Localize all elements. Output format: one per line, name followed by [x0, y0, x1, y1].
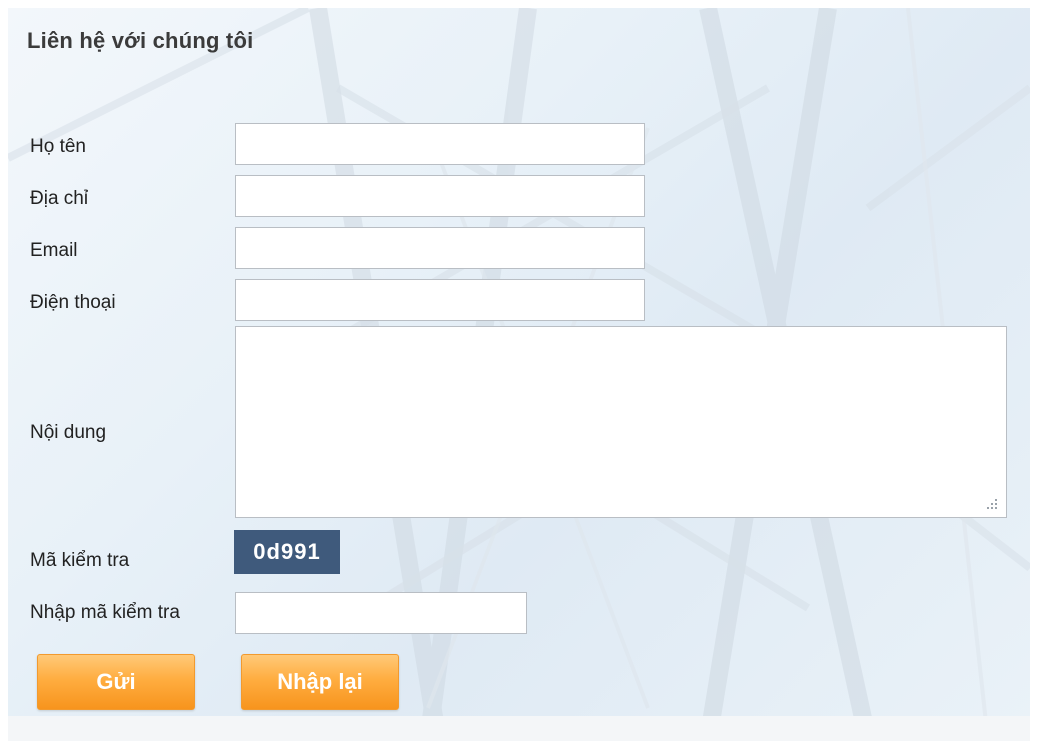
send-button[interactable]: Gửi [37, 654, 195, 710]
captcha-input-label: Nhập mã kiểm tra [30, 602, 180, 623]
name-input[interactable] [235, 123, 645, 165]
phone-input[interactable] [235, 279, 645, 321]
bottom-strip [8, 716, 1030, 741]
reset-button[interactable]: Nhập lại [241, 654, 399, 710]
name-label: Họ tên [30, 136, 86, 157]
address-label: Địa chỉ [30, 188, 89, 209]
email-label: Email [30, 240, 78, 261]
email-input[interactable] [235, 227, 645, 269]
phone-label: Điện thoại [30, 292, 116, 313]
page-title: Liên hệ với chúng tôi [27, 28, 254, 53]
content-label: Nội dung [30, 422, 107, 443]
address-input[interactable] [235, 175, 645, 217]
resize-grip-icon[interactable] [982, 494, 1000, 512]
content-textarea[interactable] [235, 326, 1007, 518]
captcha-input[interactable] [235, 592, 527, 634]
captcha-label: Mã kiểm tra [30, 550, 130, 571]
captcha-code: 0d991 [234, 530, 340, 574]
